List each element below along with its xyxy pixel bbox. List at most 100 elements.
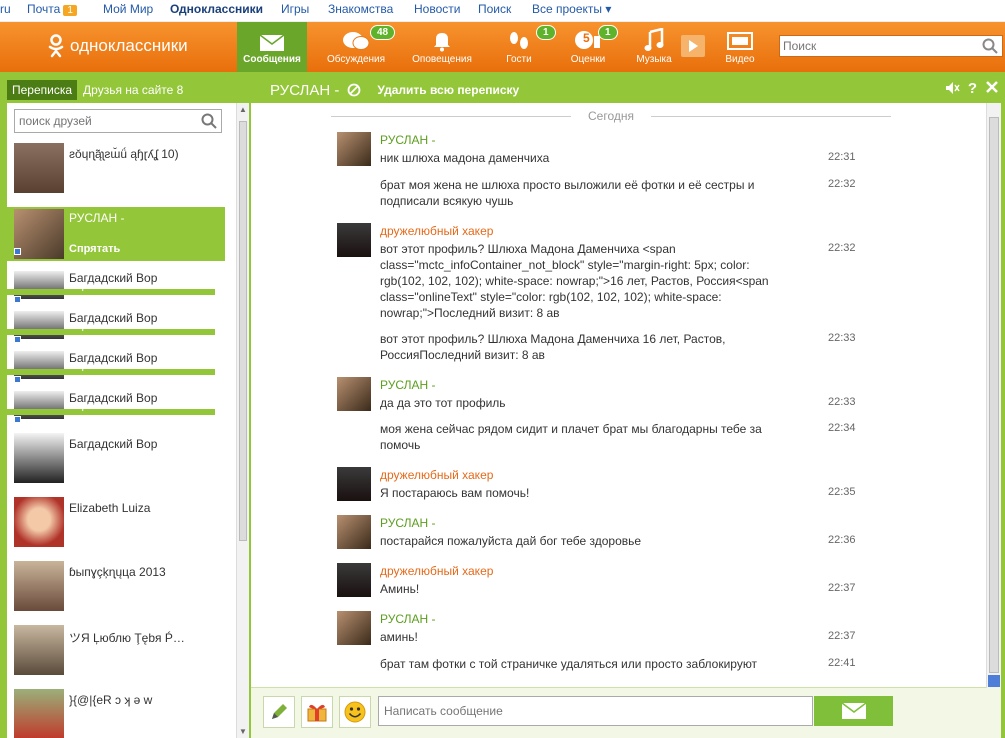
friend-item-selected[interactable]: РУСЛАН - Спрятать — [7, 207, 225, 261]
scrollbar-thumb[interactable] — [239, 121, 247, 541]
gift-button[interactable] — [301, 696, 333, 728]
message-time: 22:37 — [828, 630, 856, 642]
friend-name: Багдадский Вор — [69, 437, 158, 451]
nav-music-label: Музыка — [636, 54, 672, 65]
nav-video[interactable]: Видео — [718, 22, 762, 72]
sender-avatar[interactable] — [337, 515, 371, 549]
portal-bar: ru Почта 1 Мой Мир Одноклассники Игры Зна… — [0, 0, 1005, 22]
friends-scrollbar[interactable]: ▲ ▼ — [236, 103, 249, 738]
friend-item[interactable]: Багдадский Вор Спрятать — [7, 309, 225, 349]
portal-link-news[interactable]: Новости — [414, 2, 460, 16]
sound-icon[interactable] — [944, 80, 960, 96]
sender-avatar[interactable] — [337, 563, 371, 597]
draw-button[interactable] — [263, 696, 295, 728]
friend-name: ƨǒɥɳą̃ʅƨɯ̆ǘ ąɧɽʎʆ 10) — [69, 147, 179, 161]
envelope-icon — [259, 34, 285, 51]
friend-item[interactable]: Багдадский Вор Спрятать — [7, 269, 225, 309]
nav-messages[interactable]: Сообщения — [237, 22, 307, 72]
message-input-wrap — [378, 696, 813, 726]
hide-friend-button[interactable]: Спрятать — [69, 281, 112, 292]
send-button[interactable] — [814, 696, 893, 726]
scroll-down-arrow-icon[interactable]: ▼ — [239, 727, 247, 736]
friend-item[interactable]: Elizabeth Luiza — [7, 493, 225, 557]
sender-avatar[interactable] — [337, 611, 371, 645]
friend-name: Elizabeth Luiza — [69, 501, 151, 515]
sender-avatar[interactable] — [337, 377, 371, 411]
chat-scrollbar[interactable] — [986, 103, 1001, 688]
site-logo[interactable]: одноклассники — [48, 34, 188, 58]
message-text: постарайся пожалуйста дай бог тебе здоро… — [380, 534, 642, 548]
friends-search-input[interactable] — [15, 110, 195, 132]
hide-friend-button[interactable]: Спрятать — [69, 243, 120, 255]
friend-item[interactable]: }{@|{eR ɔ ʞ ǝ w — [7, 685, 225, 738]
nav-guests[interactable]: Гости 1 — [494, 22, 556, 72]
portal-link-odnoklassniki[interactable]: Одноклассники — [170, 2, 263, 16]
sender-name[interactable]: дружелюбный хакер — [380, 224, 493, 238]
message-text: Я постараюсь вам помочь! — [380, 486, 530, 500]
portal-link-mail-ru[interactable]: ru — [0, 2, 11, 16]
sender-name[interactable]: РУСЛАН - — [380, 516, 436, 530]
portal-link-dating[interactable]: Знакомства — [328, 2, 393, 16]
message-input[interactable] — [379, 697, 809, 725]
message-time: 22:34 — [828, 422, 856, 434]
friend-item[interactable]: ɓыпɣçķɳųцa 2013 — [7, 557, 225, 621]
rating-value: 5 — [583, 31, 590, 45]
sender-avatar[interactable] — [337, 223, 371, 257]
sender-avatar[interactable] — [337, 132, 371, 166]
search-icon[interactable] — [201, 113, 217, 129]
sender-name[interactable]: РУСЛАН - — [380, 612, 436, 626]
friend-item[interactable]: ƨǒɥɳą̃ʅƨɯ̆ǘ ąɧɽʎʆ 10) — [7, 139, 225, 203]
online-indicator — [14, 248, 21, 255]
smiley-icon — [344, 701, 366, 723]
nav-music[interactable]: Музыка — [632, 22, 676, 72]
message-text: ник шлюха мадона даменчиха — [380, 151, 550, 165]
friend-item[interactable]: Багдадский Вор — [7, 429, 225, 493]
tab-conversations[interactable]: Переписка — [7, 80, 78, 100]
sender-name[interactable]: дружелюбный хакер — [380, 468, 493, 482]
nav-discussions-label: Обсуждения — [326, 54, 386, 65]
sender-name[interactable]: дружелюбный хакер — [380, 564, 493, 578]
message-time: 22:36 — [828, 534, 856, 546]
scroll-down-arrow-icon[interactable] — [988, 675, 1000, 687]
nav-notifications[interactable]: Оповещения — [406, 22, 478, 72]
play-icon — [689, 40, 698, 52]
message-text: моя жена сейчас рядом сидит и плачет бра… — [380, 422, 762, 452]
friend-name: ツЯ Ļюблю Ţębя Ṕ… — [69, 631, 185, 645]
friend-item[interactable]: Багдадский Вор Спрятать — [7, 349, 225, 389]
bell-icon — [434, 33, 450, 52]
portal-link-search[interactable]: Поиск — [478, 2, 511, 16]
search-icon[interactable] — [982, 38, 998, 54]
music-play-button[interactable] — [681, 35, 705, 57]
main-header: одноклассники Сообщения Обсуждения 48 Оп… — [0, 22, 1005, 72]
friend-item[interactable]: Багдадский Вор Спрятать — [7, 389, 225, 429]
scroll-up-arrow-icon[interactable]: ▲ — [239, 105, 247, 114]
portal-link-games[interactable]: Игры — [281, 2, 309, 16]
hide-friend-button[interactable]: Спрятать — [69, 401, 112, 412]
sender-name[interactable]: РУСЛАН - — [380, 378, 436, 392]
tab-friends-online[interactable]: Друзья на сайте 8 — [77, 80, 189, 100]
chat-header: РУСЛАН - Удалить всю переписку — [270, 80, 519, 100]
help-icon[interactable]: ? — [968, 80, 977, 97]
portal-link-my-world[interactable]: Мой Мир — [103, 2, 153, 16]
hide-friend-button[interactable]: Спрятать — [69, 321, 112, 332]
message-time: 22:37 — [828, 582, 856, 594]
ratings-count-badge: 1 — [598, 25, 618, 40]
friend-item[interactable]: ツЯ Ļюблю Ţębя Ṕ… — [7, 621, 225, 685]
hide-friend-button[interactable]: Спрятать — [69, 361, 112, 372]
delete-all-messages-link[interactable]: Удалить всю переписку — [377, 83, 519, 97]
sender-name[interactable]: РУСЛАН - — [380, 133, 436, 147]
message-composer — [251, 687, 1001, 738]
message-text: вот этот профиль? Шлюха Мадона Даменчиха… — [380, 242, 769, 320]
sender-avatar[interactable] — [337, 467, 371, 501]
chat-partner-name[interactable]: РУСЛАН - — [270, 82, 339, 99]
smiley-button[interactable] — [339, 696, 371, 728]
close-icon[interactable] — [985, 80, 999, 94]
header-search-input[interactable] — [780, 36, 976, 56]
left-panel-tabs: Переписка Друзья на сайте 8 — [7, 80, 189, 100]
scrollbar-thumb[interactable] — [989, 117, 999, 673]
portal-link-all-projects[interactable]: Все проекты ▾ — [532, 2, 611, 16]
block-user-icon[interactable] — [347, 83, 361, 97]
nav-discussions[interactable]: Обсуждения 48 — [318, 22, 396, 72]
nav-ratings[interactable]: 5 Оценки 1 — [560, 22, 618, 72]
portal-link-mail[interactable]: Почта 1 — [27, 2, 77, 16]
